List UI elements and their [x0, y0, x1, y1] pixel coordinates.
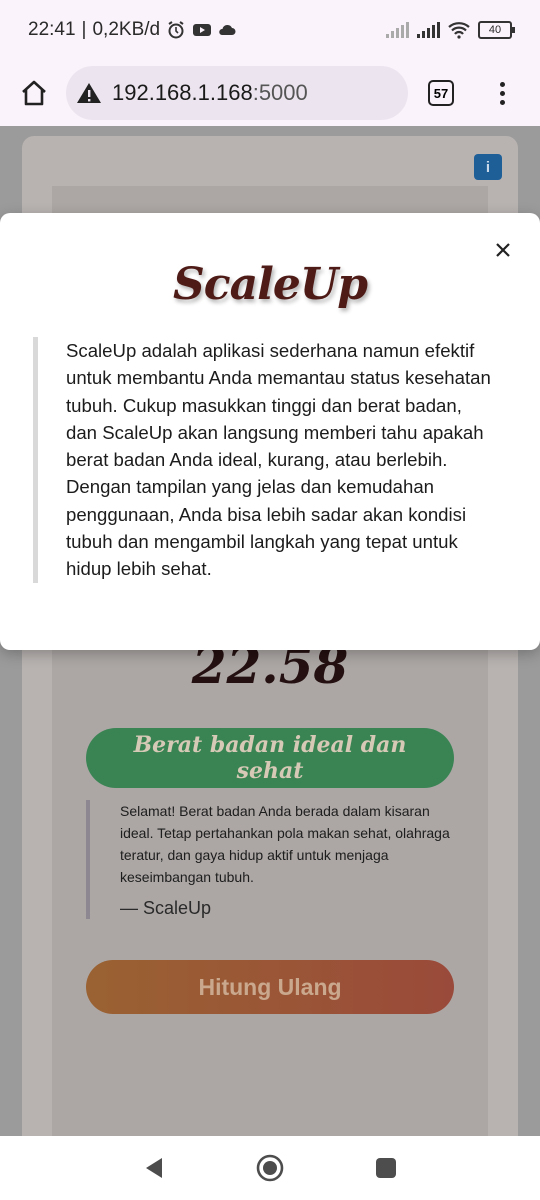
signal-1-icon — [386, 22, 409, 38]
status-left: 22:41 | 0,2KB/d — [28, 19, 236, 41]
info-button[interactable]: i — [474, 154, 502, 180]
modal-description: ScaleUp adalah aplikasi sederhana namun … — [66, 340, 491, 580]
url-text: 192.168.1.168:5000 — [112, 80, 308, 106]
info-icon: i — [485, 158, 491, 176]
address-bar[interactable]: 192.168.1.168:5000 — [66, 66, 408, 120]
signal-2-icon — [417, 22, 440, 38]
cloud-icon — [219, 24, 236, 35]
battery-icon: 40 — [478, 21, 515, 39]
tab-count: 57 — [433, 85, 449, 101]
status-bar: 22:41 | 0,2KB/d 40 — [0, 0, 540, 60]
home-button-icon[interactable] — [256, 1154, 284, 1182]
browser-toolbar: 192.168.1.168:5000 57 — [0, 60, 540, 126]
about-modal: ScaleUp ScaleUp adalah aplikasi sederhan… — [0, 213, 540, 650]
result-message-text: Selamat! Berat badan Anda berada dalam k… — [120, 803, 450, 885]
alarm-icon — [168, 21, 184, 39]
system-navigation-bar — [0, 1136, 540, 1200]
url-port: :5000 — [252, 80, 308, 105]
clock: 22:41 — [28, 19, 76, 40]
youtube-icon — [193, 24, 212, 36]
home-icon[interactable] — [14, 73, 54, 113]
result-message: Selamat! Berat badan Anda berada dalam k… — [86, 800, 456, 919]
warning-icon — [77, 83, 101, 103]
modal-description-block: ScaleUp adalah aplikasi sederhana namun … — [33, 337, 493, 583]
modal-title: ScaleUp — [173, 259, 368, 310]
bmi-status-badge: Berat badan ideal dan sehat — [86, 728, 454, 788]
result-message-author: — ScaleUp — [120, 898, 212, 918]
network-speed: 0,2KB/d — [92, 19, 161, 40]
close-icon[interactable] — [492, 239, 514, 261]
recents-icon[interactable] — [376, 1158, 396, 1178]
more-menu-icon[interactable] — [500, 81, 505, 105]
status-right: 40 — [386, 21, 515, 39]
back-icon[interactable] — [144, 1156, 164, 1180]
url-host: 192.168.1.168 — [112, 80, 253, 105]
recalculate-button[interactable]: Hitung Ulang — [86, 960, 454, 1014]
wifi-icon — [448, 22, 470, 39]
battery-level: 40 — [488, 24, 502, 36]
tab-switcher-button[interactable]: 57 — [428, 80, 454, 106]
